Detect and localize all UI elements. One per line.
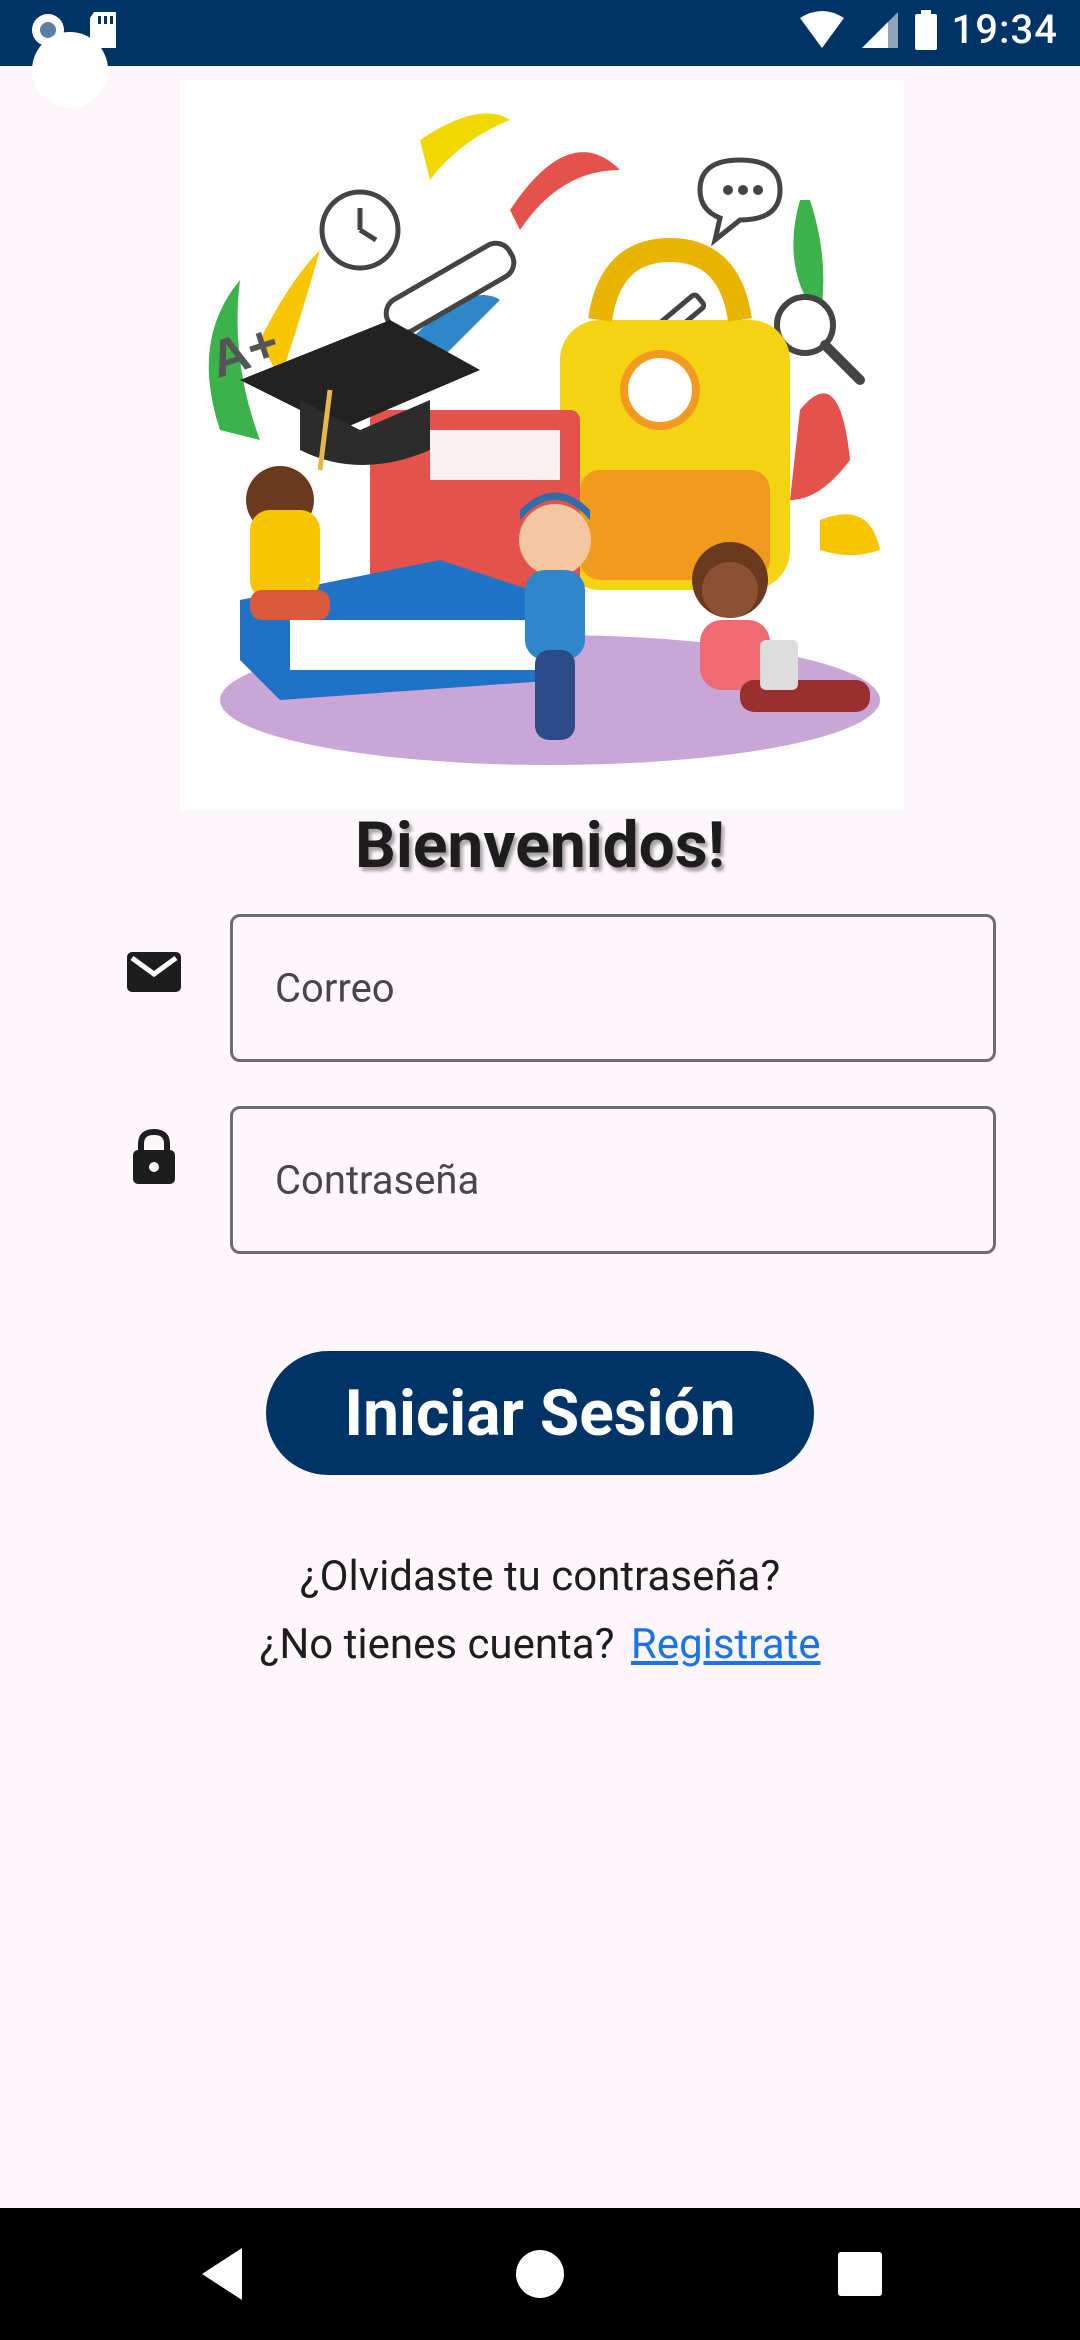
lock-icon [133, 1128, 175, 1184]
wifi-icon [799, 10, 844, 48]
email-placeholder: Correo [275, 964, 395, 1012]
signal-icon [861, 11, 898, 48]
navigation-bar [0, 2208, 1080, 2340]
back-icon[interactable] [154, 2208, 286, 2340]
education-illustration: A+ [180, 80, 904, 810]
password-field[interactable]: Contraseña [230, 1106, 996, 1254]
email-row: Correo [0, 912, 1080, 1064]
password-placeholder: Contraseña [275, 1156, 480, 1204]
login-button[interactable]: Iniciar Sesión [266, 1351, 814, 1475]
register-link[interactable]: Registrate [631, 1620, 821, 1669]
status-bar: 19:34 [0, 0, 1080, 66]
email-field[interactable]: Correo [230, 914, 996, 1062]
status-time: 19:34 [951, 6, 1058, 53]
password-row: Contraseña [0, 1106, 1080, 1258]
camera-cutout [32, 32, 108, 108]
forgot-password-link[interactable]: ¿Olvidaste tu contraseña? [0, 1552, 1080, 1601]
recents-icon[interactable] [794, 2208, 926, 2340]
welcome-title: Bienvenidos! [355, 808, 725, 883]
battery-icon [914, 9, 937, 50]
home-icon[interactable] [474, 2208, 606, 2340]
no-account-text: ¿No tienes cuenta? [259, 1620, 615, 1669]
register-line: ¿No tienes cuenta? Registrate [0, 1620, 1080, 1669]
mail-icon [127, 952, 181, 992]
